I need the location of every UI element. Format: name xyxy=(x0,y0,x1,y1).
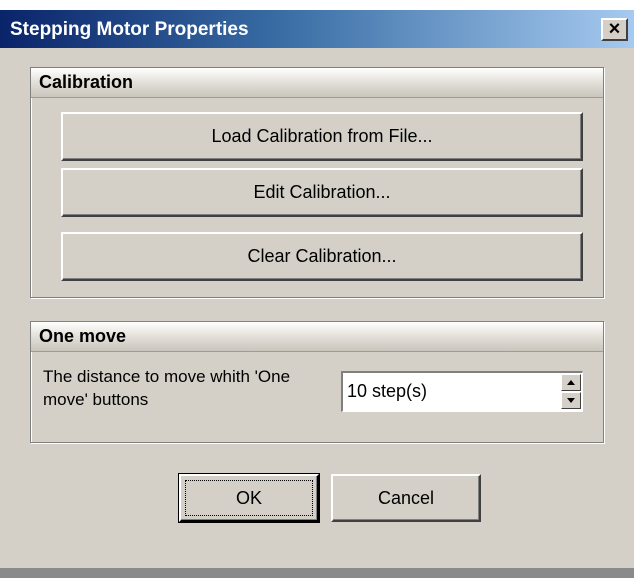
one-move-title: One move xyxy=(39,326,127,346)
ok-button[interactable]: OK xyxy=(178,473,320,523)
bottom-strip xyxy=(0,568,634,578)
down-arrow-icon xyxy=(567,398,575,403)
up-arrow-icon xyxy=(567,380,575,385)
distance-label: The distance to move whith 'One move' bu… xyxy=(43,367,291,409)
one-move-group: One move The distance to move whith 'One… xyxy=(30,321,604,443)
spin-down-button[interactable] xyxy=(561,392,581,409)
title-strip xyxy=(0,0,634,10)
dialog-window: Stepping Motor Properties × Calibration … xyxy=(0,0,634,578)
steps-spinbox[interactable]: 10 step(s) xyxy=(341,371,583,412)
calibration-header: Calibration xyxy=(31,68,603,98)
calibration-title: Calibration xyxy=(39,72,134,92)
steps-value[interactable]: 10 step(s) xyxy=(347,381,427,402)
load-calibration-button[interactable]: Load Calibration from File... xyxy=(61,112,583,161)
close-button[interactable]: × xyxy=(601,18,628,41)
edit-calibration-button[interactable]: Edit Calibration... xyxy=(61,168,583,217)
focus-rectangle xyxy=(185,480,313,516)
title-bar[interactable]: Stepping Motor Properties xyxy=(0,10,634,48)
clear-calibration-button[interactable]: Clear Calibration... xyxy=(61,232,583,281)
cancel-button[interactable]: Cancel xyxy=(331,474,481,522)
window-title: Stepping Motor Properties xyxy=(10,19,249,40)
close-icon: × xyxy=(608,18,621,40)
one-move-header: One move xyxy=(31,322,603,352)
spin-up-button[interactable] xyxy=(561,374,581,391)
calibration-group: Calibration Load Calibration from File..… xyxy=(30,67,604,298)
